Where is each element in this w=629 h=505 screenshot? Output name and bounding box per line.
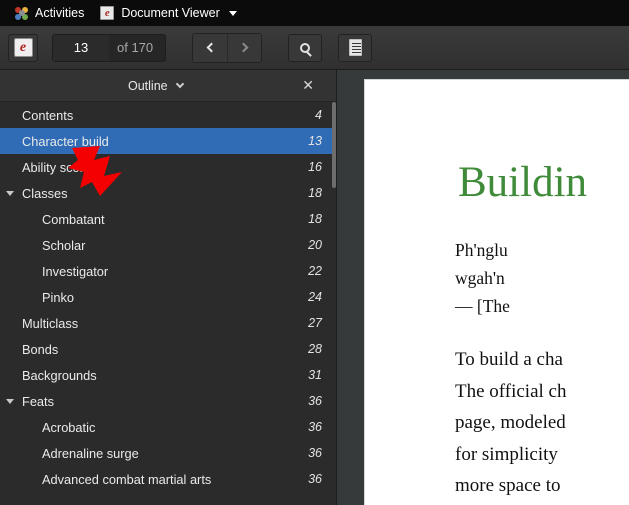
outline-row[interactable]: Character build 13 xyxy=(0,128,336,154)
page-step-group xyxy=(192,33,262,63)
page-navigation-group: of 170 xyxy=(52,34,166,62)
gnome-activities-icon xyxy=(15,7,28,20)
outline-row[interactable]: Contents 4 xyxy=(0,102,336,128)
evince-icon: e xyxy=(14,38,33,57)
previous-page-button[interactable] xyxy=(193,34,227,62)
gnome-top-bar: Activities e Document Viewer xyxy=(0,0,629,26)
outline-row-label: Multiclass xyxy=(18,316,298,331)
document-epigraph-line: — [The xyxy=(455,292,629,320)
outline-row[interactable]: Pinko 24 xyxy=(0,284,336,310)
outline-row[interactable]: Backgrounds 31 xyxy=(0,362,336,388)
next-page-button[interactable] xyxy=(227,34,261,62)
outline-row-label: Advanced combat martial arts xyxy=(18,472,298,487)
outline-row-label: Investigator xyxy=(18,264,298,279)
page-total-label: of 170 xyxy=(109,35,165,61)
outline-row-label: Bonds xyxy=(18,342,298,357)
outline-row-page: 20 xyxy=(308,238,322,252)
document-paragraph-line: The official ch xyxy=(455,376,629,408)
sidebar-scrollbar-thumb[interactable] xyxy=(332,102,336,188)
outline-row-page: 36 xyxy=(308,472,322,486)
outline-list[interactable]: Contents 4 Character build 13 Ability scores… xyxy=(0,102,336,505)
document-paragraph: To build a chaThe official chpage, model… xyxy=(455,344,629,505)
document-paragraph-line: page, modeled xyxy=(455,407,629,439)
expander-triangle-icon[interactable] xyxy=(2,191,18,196)
document-viewer-window: e of 170 Outline xyxy=(0,26,629,505)
caret-down-icon xyxy=(229,11,237,16)
sidebar-scrollbar[interactable] xyxy=(332,102,336,505)
app-menu-button[interactable]: e Document Viewer xyxy=(92,0,244,26)
document-paragraph-line: more space to xyxy=(455,470,629,502)
outline-row-label: Scholar xyxy=(18,238,298,253)
outline-row-page: 18 xyxy=(308,212,322,226)
outline-row-page: 18 xyxy=(308,186,322,200)
sidebar-panel: Outline ✕ Contents 4 Character build 13 Abil… xyxy=(0,70,337,505)
outline-row-label: Combatant xyxy=(18,212,298,227)
outline-row-page: 24 xyxy=(308,290,322,304)
chevron-left-icon xyxy=(207,43,217,53)
chevron-down-icon xyxy=(175,80,183,88)
pdf-page: Buildin Ph'ngluwgah'n— [The To build a c… xyxy=(364,79,629,505)
outline-row-label: Character build xyxy=(18,134,298,149)
outline-row-label: Feats xyxy=(18,394,298,409)
outline-row[interactable]: Multiclass 27 xyxy=(0,310,336,336)
outline-row-page: 28 xyxy=(308,342,322,356)
outline-row-label: Classes xyxy=(18,186,298,201)
sidebar-toggle-button[interactable] xyxy=(338,34,372,62)
evince-icon: e xyxy=(100,6,114,20)
outline-row-label: Contents xyxy=(18,108,305,123)
outline-row-page: 16 xyxy=(308,160,322,174)
outline-row[interactable]: Scholar 20 xyxy=(0,232,336,258)
outline-mode-selector[interactable]: Outline xyxy=(128,79,183,93)
outline-row[interactable]: Bonds 28 xyxy=(0,336,336,362)
app-icon-button[interactable]: e xyxy=(8,34,38,62)
outline-row-label: Pinko xyxy=(18,290,298,305)
outline-row-page: 27 xyxy=(308,316,322,330)
outline-row[interactable]: Adrenaline surge 36 xyxy=(0,440,336,466)
outline-row-page: 4 xyxy=(315,108,322,122)
activities-button[interactable]: Activities xyxy=(7,0,92,26)
outline-row-page: 13 xyxy=(308,134,322,148)
document-outline-icon xyxy=(349,39,362,56)
document-heading: Buildin xyxy=(458,158,629,207)
activities-label: Activities xyxy=(35,6,84,20)
outline-row-page: 36 xyxy=(308,394,322,408)
document-epigraph-line: Ph'nglu xyxy=(455,236,629,264)
outline-row-label: Acrobatic xyxy=(18,420,298,435)
outline-row[interactable]: Investigator 22 xyxy=(0,258,336,284)
page-number-input[interactable] xyxy=(53,35,109,61)
toolbar: e of 170 xyxy=(0,26,629,70)
outline-row[interactable]: Ability scores 16 xyxy=(0,154,336,180)
outline-row-label: Backgrounds xyxy=(18,368,298,383)
outline-row-page: 36 xyxy=(308,420,322,434)
outline-mode-label: Outline xyxy=(128,79,168,93)
expander-triangle-icon[interactable] xyxy=(2,399,18,404)
outline-row-label: Ability scores xyxy=(18,160,298,175)
document-paragraph-line: the book of th xyxy=(455,502,629,505)
outline-row-page: 22 xyxy=(308,264,322,278)
app-menu-label: Document Viewer xyxy=(121,6,219,20)
sidebar-header: Outline ✕ xyxy=(0,70,336,102)
chevron-right-icon xyxy=(238,43,248,53)
outline-row[interactable]: Feats 36 xyxy=(0,388,336,414)
document-epigraph: Ph'ngluwgah'n— [The xyxy=(455,236,629,320)
outline-row-page: 36 xyxy=(308,446,322,460)
outline-row-page: 31 xyxy=(308,368,322,382)
outline-row[interactable]: Acrobatic 36 xyxy=(0,414,336,440)
outline-row[interactable]: Advanced combat martial arts 36 xyxy=(0,466,336,492)
document-paragraph-line: To build a cha xyxy=(455,344,629,376)
search-icon xyxy=(300,43,310,53)
document-paragraph-line: for simplicity xyxy=(455,439,629,471)
close-sidebar-button[interactable]: ✕ xyxy=(302,79,314,93)
search-button[interactable] xyxy=(288,34,322,62)
document-view[interactable]: Buildin Ph'ngluwgah'n— [The To build a c… xyxy=(337,70,629,505)
outline-row[interactable]: Classes 18 xyxy=(0,180,336,206)
document-epigraph-line: wgah'n xyxy=(455,264,629,292)
window-body: Outline ✕ Contents 4 Character build 13 Abil… xyxy=(0,70,629,505)
outline-row-label: Adrenaline surge xyxy=(18,446,298,461)
outline-row[interactable]: Combatant 18 xyxy=(0,206,336,232)
